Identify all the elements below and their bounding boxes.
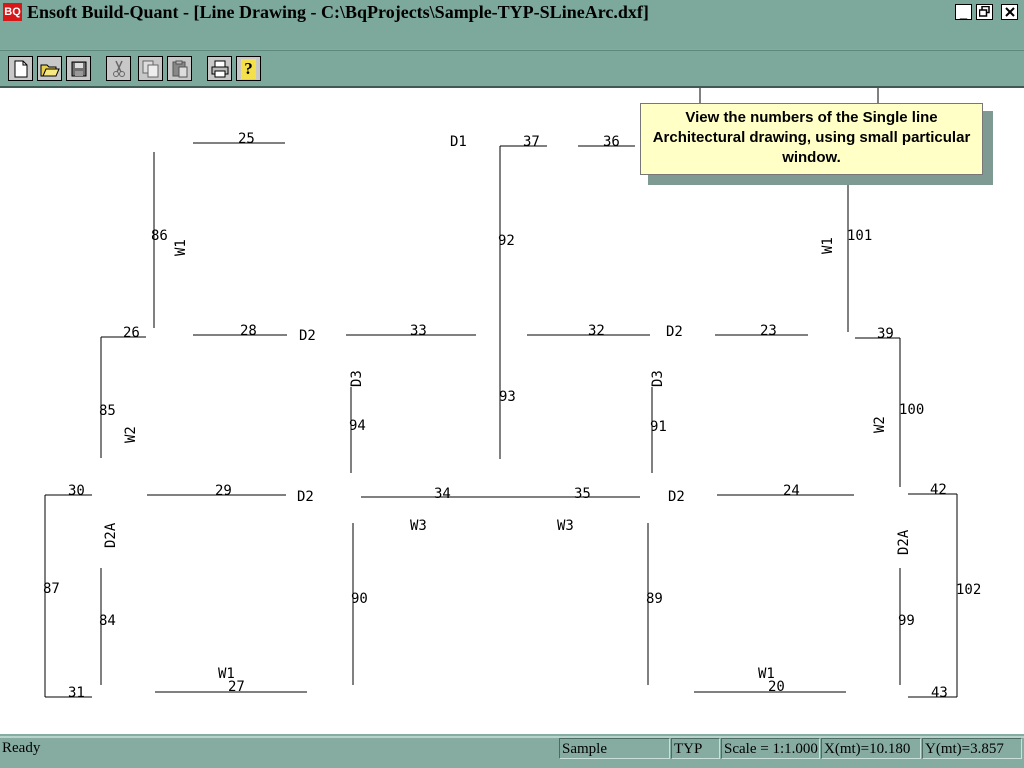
wall-label[interactable]: 29	[215, 483, 232, 499]
wall-label[interactable]: 20	[768, 679, 785, 695]
wall-label[interactable]: 102	[956, 582, 981, 598]
paste-button[interactable]	[167, 56, 192, 81]
door-label[interactable]: D2A	[103, 522, 119, 548]
new-button[interactable]	[8, 56, 33, 81]
wall-label[interactable]: 99	[898, 613, 915, 629]
wall-label[interactable]: 37	[523, 134, 540, 150]
wall-label[interactable]: 36	[603, 134, 620, 150]
wall-label[interactable]: 28	[240, 323, 257, 339]
door-label[interactable]: D3	[349, 370, 365, 387]
door-label[interactable]: D1	[450, 134, 467, 150]
window-label[interactable]: W3	[557, 518, 574, 534]
wall-label[interactable]: 90	[351, 591, 368, 607]
app-icon[interactable]: BQ	[3, 3, 22, 21]
status-project: Sample	[559, 738, 670, 759]
wall-label[interactable]: 100	[899, 402, 924, 418]
wall-label[interactable]: 87	[43, 581, 60, 597]
door-label[interactable]: D2	[297, 489, 314, 505]
save-button[interactable]	[66, 56, 91, 81]
paste-icon	[172, 60, 187, 77]
status-ready: Ready	[2, 740, 41, 756]
minimize-button[interactable]: _	[955, 4, 972, 20]
wall-label[interactable]: 31	[68, 685, 85, 701]
wall-label[interactable]: 34	[434, 486, 451, 502]
window-title: Ensoft Build-Quant - [Line Drawing - C:\…	[27, 2, 649, 22]
wall-label[interactable]: 91	[650, 419, 667, 435]
status-x-coordinate: X(mt)=10.180	[821, 738, 921, 759]
door-label[interactable]: D2	[668, 489, 685, 505]
wall-label[interactable]: 93	[499, 389, 516, 405]
wall-label[interactable]: 89	[646, 591, 663, 607]
wall-label[interactable]: 35	[574, 486, 591, 502]
open-button[interactable]	[37, 56, 62, 81]
door-label[interactable]: D3	[650, 370, 666, 387]
window-label[interactable]: W3	[410, 518, 427, 534]
wall-label[interactable]: 33	[410, 323, 427, 339]
status-y-coordinate: Y(mt)=3.857	[922, 738, 1022, 759]
print-icon	[211, 60, 228, 77]
help-icon: ?	[241, 58, 256, 79]
copy-icon	[142, 60, 158, 77]
wall-label[interactable]: 84	[99, 613, 116, 629]
wall-label[interactable]: 25	[238, 131, 255, 147]
close-icon	[1004, 7, 1015, 17]
wall-label[interactable]: 32	[588, 323, 605, 339]
print-button[interactable]	[207, 56, 232, 81]
wall-label[interactable]: 94	[349, 418, 366, 434]
new-icon	[14, 60, 27, 77]
title-bar: BQ Ensoft Build-Quant - [Line Drawing - …	[0, 0, 1024, 25]
restore-icon	[978, 5, 990, 17]
wall-label[interactable]: 23	[760, 323, 777, 339]
door-label[interactable]: D2A	[896, 529, 912, 555]
copy-button[interactable]	[138, 56, 163, 81]
cut-button[interactable]	[106, 56, 131, 81]
wall-label[interactable]: 43	[931, 685, 948, 701]
restore-button[interactable]	[976, 4, 993, 20]
wall-label[interactable]: 39	[877, 326, 894, 342]
window-label[interactable]: W1	[173, 239, 189, 256]
save-icon	[71, 61, 86, 76]
window-label[interactable]: W1	[820, 237, 836, 254]
window-label[interactable]: W2	[123, 426, 139, 443]
wall-label[interactable]: 92	[498, 233, 515, 249]
wall-label[interactable]: 30	[68, 483, 85, 499]
menu-bar: DOC Project Floor Edit View Utilities Wi…	[0, 25, 1024, 71]
status-scale: Scale = 1:1.000	[721, 738, 820, 759]
wall-label[interactable]: 42	[930, 482, 947, 498]
wall-label[interactable]: 86	[151, 228, 168, 244]
close-button[interactable]	[1001, 4, 1018, 20]
door-label[interactable]: D2	[666, 324, 683, 340]
wall-label[interactable]: 85	[99, 403, 116, 419]
callout-note: View the numbers of the Single line Arch…	[640, 103, 983, 175]
door-label[interactable]: D2	[299, 328, 316, 344]
open-icon	[40, 64, 60, 76]
wall-label[interactable]: 24	[783, 483, 800, 499]
cut-icon	[112, 60, 125, 77]
help-button[interactable]: ?	[236, 56, 261, 81]
wall-label[interactable]: 26	[123, 325, 140, 341]
window-label[interactable]: W2	[872, 416, 888, 433]
wall-labels: 25 D1 37 36 86 W1 92 W1 101 26 28 D2 33 …	[43, 131, 981, 701]
wall-label[interactable]: 101	[847, 228, 872, 244]
status-floor: TYP	[671, 738, 720, 759]
wall-label[interactable]: 27	[228, 679, 245, 695]
